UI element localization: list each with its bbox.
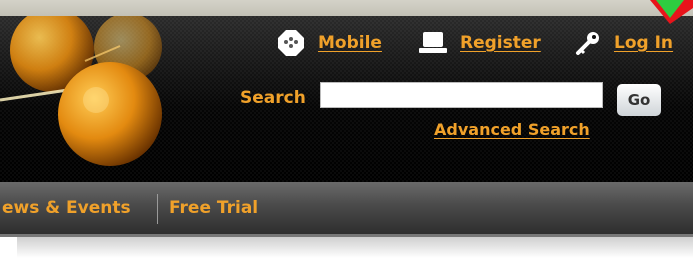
main-nav: ews & Events Free Trial	[0, 182, 693, 237]
logo	[0, 16, 162, 166]
nav-item-news-events[interactable]: ews & Events	[2, 198, 131, 218]
cursor-arrow-icon	[650, 0, 693, 24]
site-header: Mobile Register Log In Search Go Advance…	[0, 16, 693, 182]
mobile-link[interactable]: Mobile	[276, 30, 382, 56]
register-link[interactable]: Register	[418, 30, 541, 56]
search-input[interactable]	[320, 82, 603, 108]
nav-item-free-trial[interactable]: Free Trial	[169, 198, 258, 218]
advanced-search-link[interactable]: Advanced Search	[434, 120, 590, 139]
top-strip	[0, 0, 693, 16]
register-link-label[interactable]: Register	[460, 33, 541, 53]
register-icon	[418, 30, 448, 56]
content-shadow	[17, 237, 693, 258]
mobile-icon	[276, 28, 306, 58]
go-button[interactable]: Go	[617, 84, 661, 116]
key-icon	[574, 29, 602, 57]
nav-divider	[157, 194, 158, 224]
search-label: Search	[240, 88, 306, 108]
login-link-label[interactable]: Log In	[614, 33, 673, 53]
mobile-link-label[interactable]: Mobile	[318, 33, 382, 53]
login-link[interactable]: Log In	[574, 30, 673, 56]
